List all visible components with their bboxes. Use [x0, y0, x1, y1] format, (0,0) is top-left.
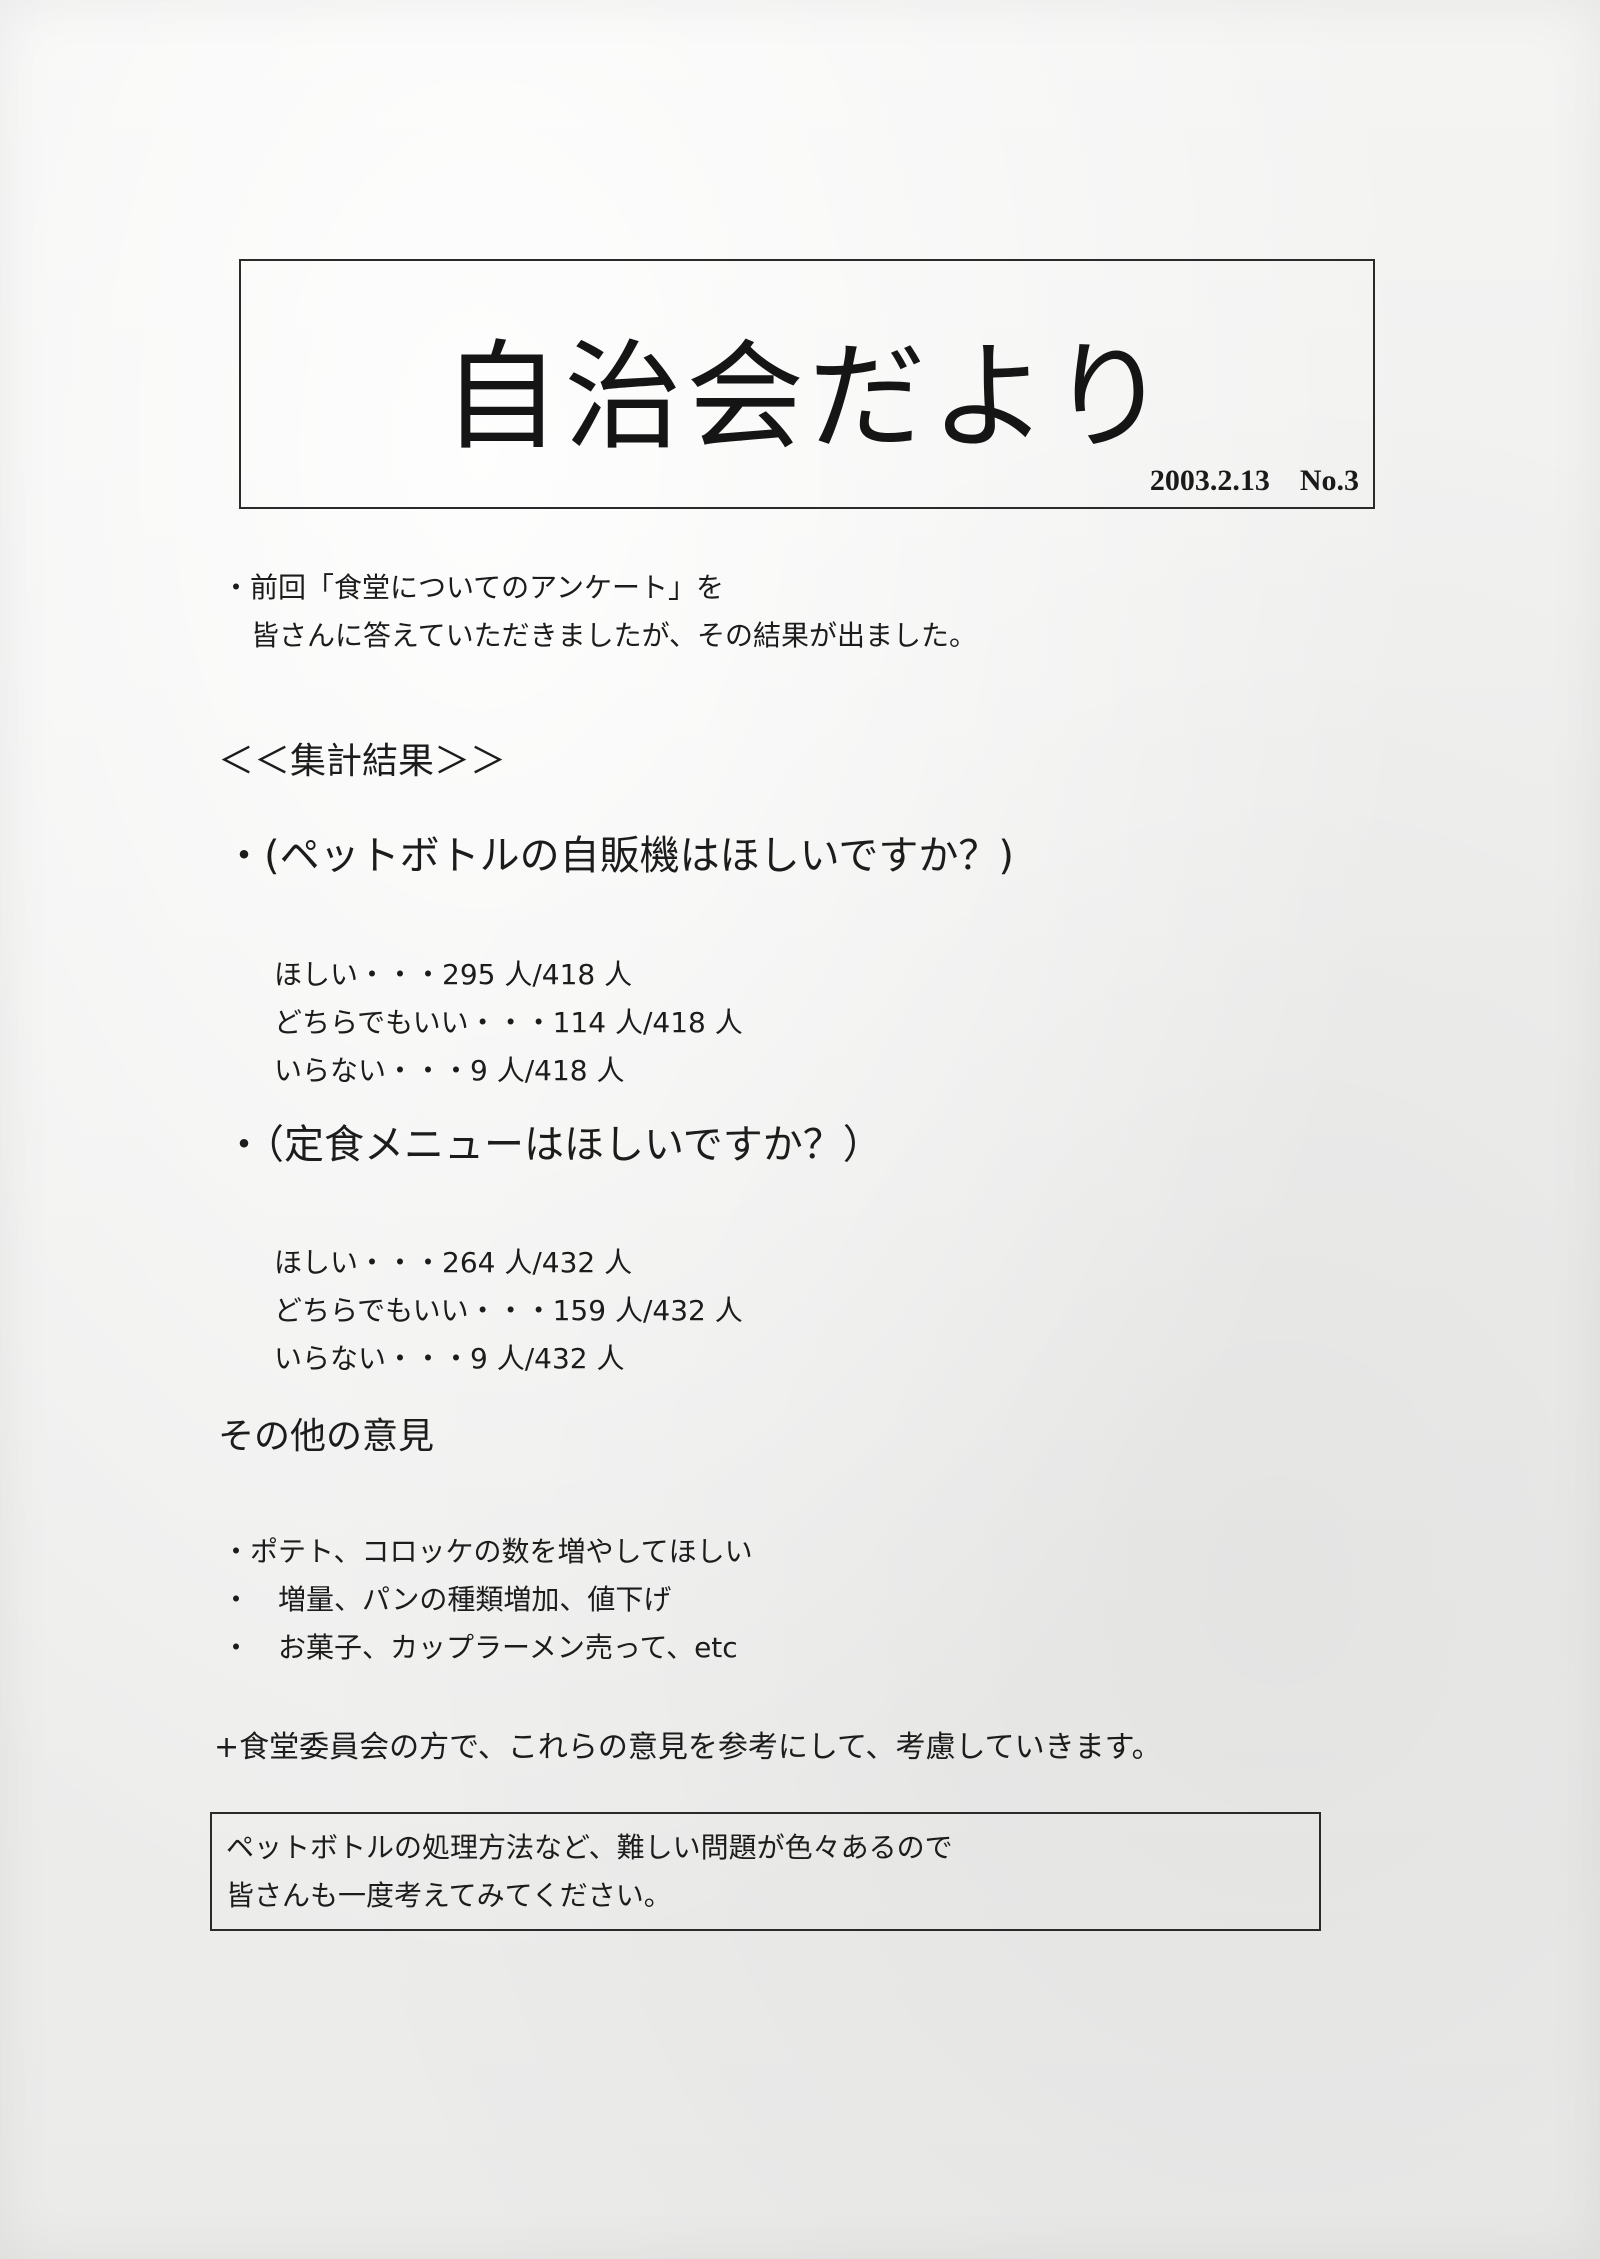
boxed-note-line-2: 皆さんも一度考えてみてください。: [226, 1879, 672, 1912]
committee-note: +食堂委員会の方で、これらの意見を参考にして、考慮していきます。: [214, 1730, 1162, 1765]
intro-line-2: 皆さんに答えていただきましたが、その結果が出ました。: [251, 619, 978, 652]
question-2: ・（定食メニューはほしいですか？）: [224, 1122, 883, 1168]
newsletter-page: 自治会だより 2003.2.13 No.3 ・前回「食堂についてのアンケート」を…: [0, 0, 1600, 2259]
q1-answer-not-needed: いらない・・・9 人/418 人: [274, 1054, 625, 1087]
q2-answer-either: どちらでもいい・・・159 人/432 人: [274, 1294, 743, 1327]
q2-answer-want: ほしい・・・264 人/432 人: [274, 1246, 633, 1279]
q1-answer-either: どちらでもいい・・・114 人/418 人: [274, 1006, 743, 1039]
q2-answer-not-needed: いらない・・・9 人/432 人: [274, 1342, 625, 1375]
opinion-item: ・ お菓子、カップラーメン売って、etc: [222, 1631, 738, 1664]
opinion-item: ・ 増量、パンの種類増加、値下げ: [222, 1583, 672, 1616]
opinion-item: ・ポテト、コロッケの数を増やしてほしい: [222, 1535, 753, 1568]
results-heading: ＜＜集計結果＞＞: [218, 741, 507, 782]
question-1: ・(ペットボトルの自販機はほしいですか？): [224, 833, 1015, 879]
q1-answer-want: ほしい・・・295 人/418 人: [274, 958, 633, 991]
boxed-note-line-1: ペットボトルの処理方法など、難しい問題が色々あるので: [226, 1831, 953, 1864]
boxed-note: ペットボトルの処理方法など、難しい問題が色々あるので 皆さんも一度考えてみてくだ…: [210, 1812, 1321, 1931]
newsletter-title: 自治会だより: [442, 328, 1172, 466]
intro-line-1: ・前回「食堂についてのアンケート」を: [222, 571, 725, 604]
other-opinions-heading: その他の意見: [218, 1416, 435, 1457]
issue-date-number: 2003.2.13 No.3: [1149, 464, 1359, 497]
title-box: 自治会だより 2003.2.13 No.3: [239, 259, 1375, 509]
